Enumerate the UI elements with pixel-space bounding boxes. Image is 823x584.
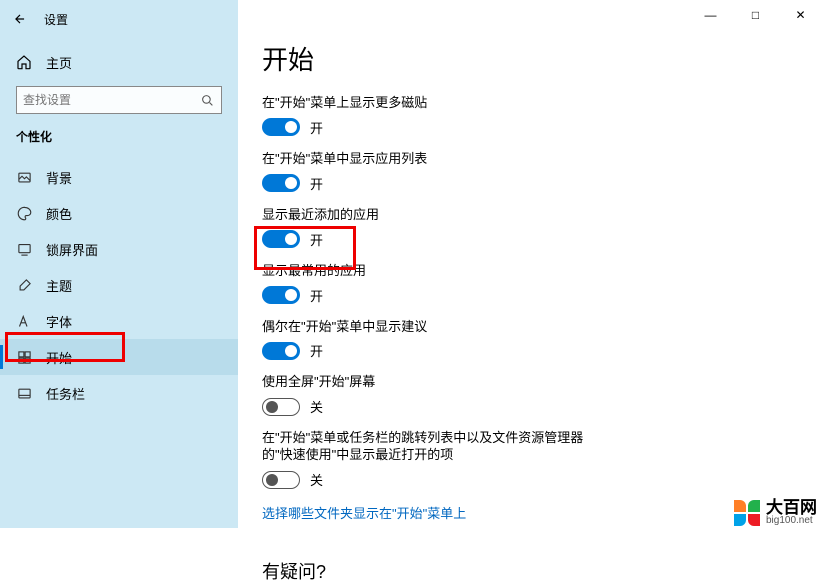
setting-label: 使用全屏"开始"屏幕 (262, 374, 602, 391)
sidebar-item-label: 开始 (46, 348, 72, 367)
back-button[interactable] (8, 7, 32, 31)
sidebar: 设置 主页 个性化 背景 颜色 锁屏界面 主题 (0, 0, 238, 528)
toggle-state-text: 关 (310, 470, 323, 489)
toggle-state-text: 开 (310, 341, 323, 360)
setting-fullscreen-start: 使用全屏"开始"屏幕 关 (262, 374, 823, 416)
search-box[interactable] (16, 86, 222, 114)
sidebar-item-fonts[interactable]: 字体 (0, 303, 238, 339)
setting-label: 偶尔在"开始"菜单中显示建议 (262, 319, 602, 336)
search-input[interactable] (23, 93, 199, 107)
home-nav[interactable]: 主页 (0, 42, 238, 82)
category-label: 个性化 (0, 114, 238, 155)
watermark: 大百网 big100.net (734, 499, 817, 526)
lock-screen-icon (16, 241, 32, 257)
sidebar-item-label: 锁屏界面 (46, 240, 98, 259)
setting-label: 显示最近添加的应用 (262, 207, 602, 224)
sidebar-item-lockscreen[interactable]: 锁屏界面 (0, 231, 238, 267)
setting-suggestions: 偶尔在"开始"菜单中显示建议 开 (262, 319, 823, 361)
setting-jump-lists: 在"开始"菜单或任务栏的跳转列表中以及文件资源管理器的"快速使用"中显示最近打开… (262, 430, 823, 489)
app-title: 设置 (44, 11, 68, 28)
watermark-text-cn: 大百网 (766, 499, 817, 516)
sidebar-item-taskbar[interactable]: 任务栏 (0, 375, 238, 411)
sidebar-item-themes[interactable]: 主题 (0, 267, 238, 303)
sidebar-item-label: 主题 (46, 276, 72, 295)
setting-label: 在"开始"菜单上显示更多磁贴 (262, 95, 602, 112)
main-pane: — □ ✕ 开始 在"开始"菜单上显示更多磁贴 开 在"开始"菜单中显示应用列表… (238, 0, 823, 528)
setting-label: 显示最常用的应用 (262, 263, 602, 280)
picture-icon (16, 169, 32, 185)
maximize-button[interactable]: □ (733, 0, 778, 30)
content: 开始 在"开始"菜单上显示更多磁贴 开 在"开始"菜单中显示应用列表 开 显示最… (238, 0, 823, 584)
setting-app-list: 在"开始"菜单中显示应用列表 开 (262, 151, 823, 193)
toggle-state-text: 开 (310, 118, 323, 137)
toggle-most-used[interactable] (262, 286, 300, 304)
sidebar-item-label: 字体 (46, 312, 72, 331)
home-icon (16, 54, 32, 70)
have-question-heading: 有疑问? (262, 558, 823, 584)
nav-list: 背景 颜色 锁屏界面 主题 字体 开始 任务栏 (0, 155, 238, 411)
toggle-app-list[interactable] (262, 174, 300, 192)
setting-more-tiles: 在"开始"菜单上显示更多磁贴 开 (262, 95, 823, 137)
font-icon (16, 313, 32, 329)
arrow-left-icon (13, 12, 27, 26)
toggle-state-text: 开 (310, 230, 323, 249)
close-button[interactable]: ✕ (778, 0, 823, 30)
toggle-fullscreen-start[interactable] (262, 398, 300, 416)
palette-icon (16, 205, 32, 221)
start-icon (16, 349, 32, 365)
toggle-suggestions[interactable] (262, 342, 300, 360)
brush-icon (16, 277, 32, 293)
minimize-button[interactable]: — (688, 0, 733, 30)
window-controls: — □ ✕ (688, 0, 823, 30)
watermark-text-en: big100.net (766, 516, 817, 526)
toggle-recently-added[interactable] (262, 230, 300, 248)
sidebar-item-colors[interactable]: 颜色 (0, 195, 238, 231)
watermark-logo-icon (734, 500, 760, 526)
home-label: 主页 (46, 53, 72, 72)
sidebar-item-background[interactable]: 背景 (0, 159, 238, 195)
sidebar-item-start[interactable]: 开始 (0, 339, 238, 375)
sidebar-item-label: 颜色 (46, 204, 72, 223)
setting-most-used: 显示最常用的应用 开 (262, 263, 823, 305)
toggle-state-text: 开 (310, 174, 323, 193)
toggle-state-text: 关 (310, 397, 323, 416)
search-icon (199, 94, 215, 107)
toggle-more-tiles[interactable] (262, 118, 300, 136)
toggle-jump-lists[interactable] (262, 471, 300, 489)
page-title: 开始 (262, 40, 823, 77)
taskbar-icon (16, 385, 32, 401)
setting-label: 在"开始"菜单中显示应用列表 (262, 151, 602, 168)
search-wrap (0, 82, 238, 114)
setting-label: 在"开始"菜单或任务栏的跳转列表中以及文件资源管理器的"快速使用"中显示最近打开… (262, 430, 602, 464)
sidebar-item-label: 背景 (46, 168, 72, 187)
titlebar-left: 设置 (0, 0, 238, 38)
toggle-state-text: 开 (310, 286, 323, 305)
setting-recently-added: 显示最近添加的应用 开 (262, 207, 823, 249)
sidebar-item-label: 任务栏 (46, 384, 85, 403)
